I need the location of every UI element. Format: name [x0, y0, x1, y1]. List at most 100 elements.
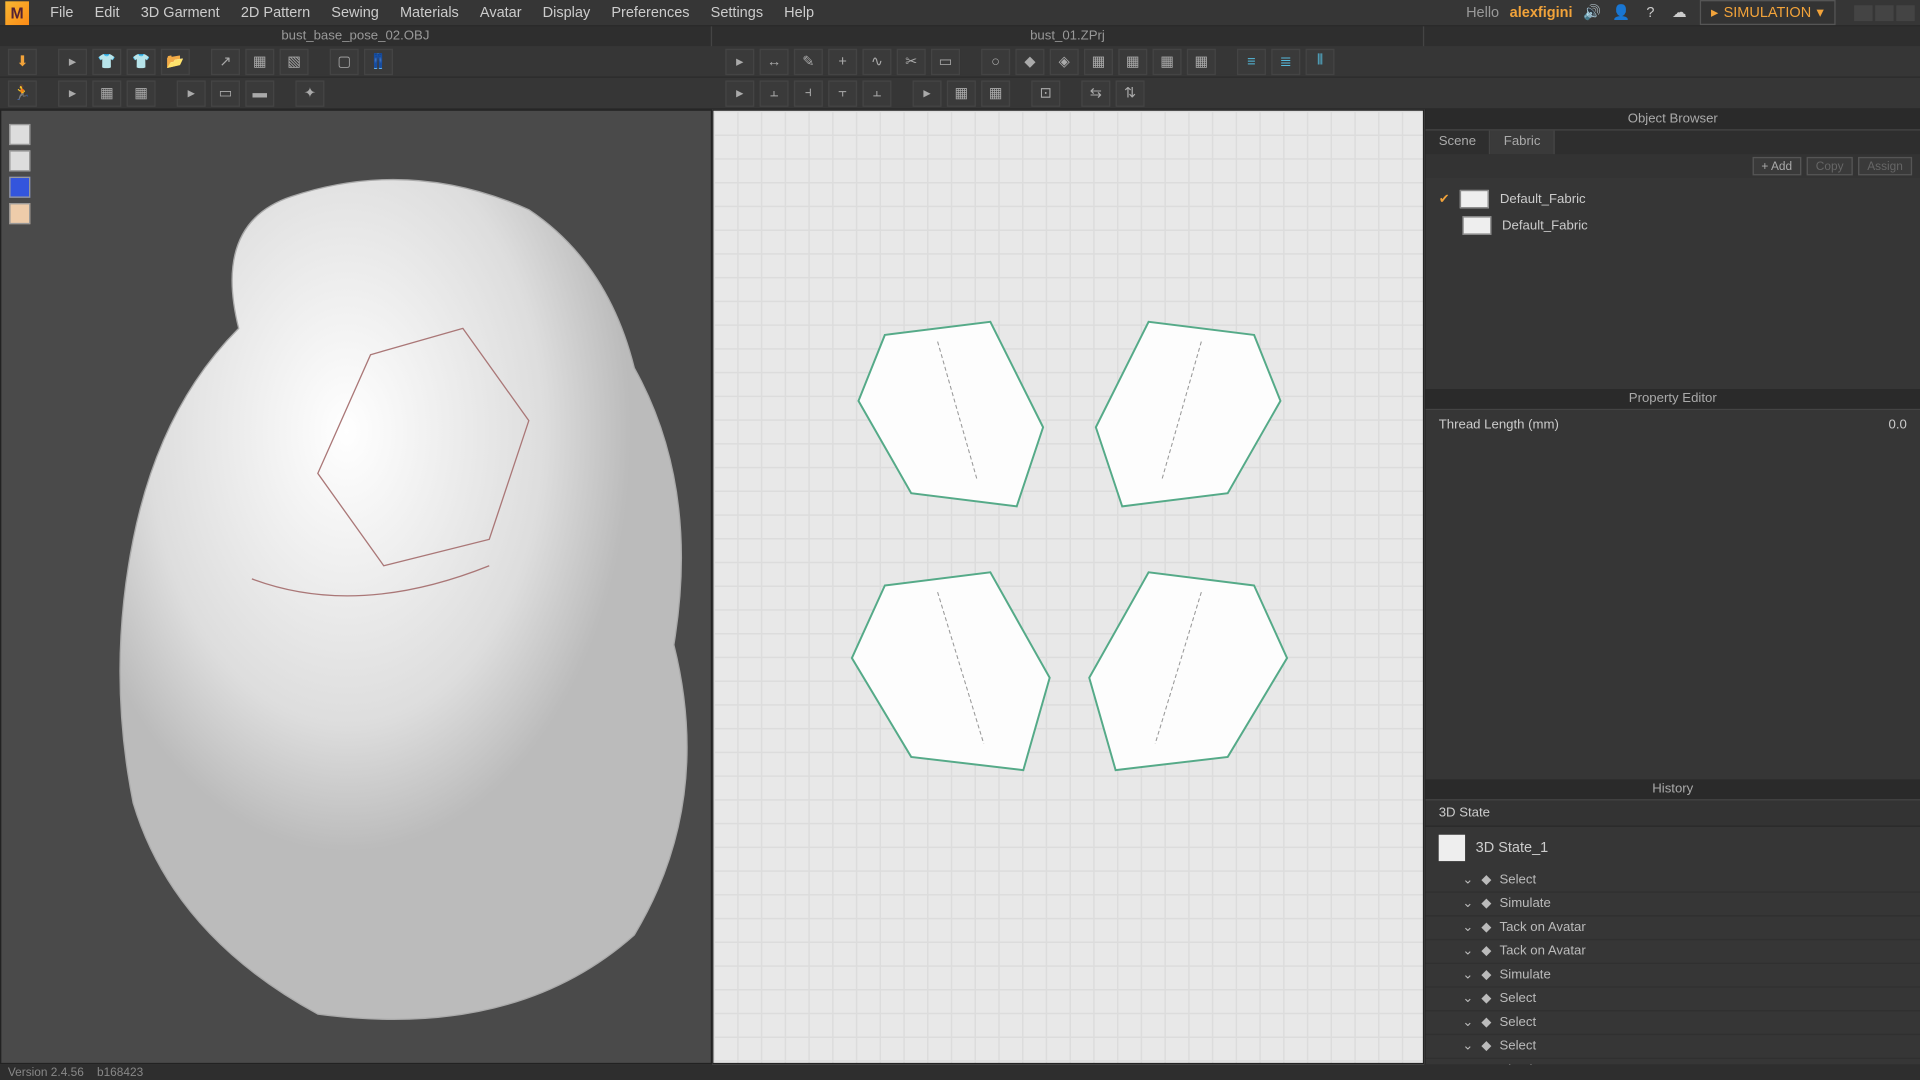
- maximize-button[interactable]: [1875, 5, 1893, 21]
- mirror1-icon[interactable]: ⇆: [1081, 80, 1110, 106]
- property-row: Thread Length (mm) 0.0: [1426, 410, 1920, 779]
- history-item[interactable]: ⌄◆Tack on Avatar: [1426, 916, 1920, 940]
- dart-icon[interactable]: ◆: [1015, 48, 1044, 74]
- mesh1-icon[interactable]: ▦: [92, 80, 121, 106]
- history-item[interactable]: ⌄◆Select: [1426, 1011, 1920, 1035]
- seam3-icon[interactable]: ⫴: [1306, 48, 1335, 74]
- cloud-icon[interactable]: ☁: [1670, 3, 1688, 21]
- seam1-icon[interactable]: ≡: [1237, 48, 1266, 74]
- close-button[interactable]: [1896, 5, 1914, 21]
- assign-button[interactable]: Assign: [1858, 157, 1912, 175]
- menu-settings[interactable]: Settings: [700, 1, 774, 25]
- play3-icon[interactable]: ▸: [913, 80, 942, 106]
- grid5-icon[interactable]: ▦: [947, 80, 976, 106]
- fabric-item[interactable]: ✔ Default_Fabric: [1439, 186, 1907, 212]
- import-icon[interactable]: ⬇: [8, 48, 37, 74]
- mesh2-icon[interactable]: ▦: [127, 80, 156, 106]
- add-button[interactable]: + Add: [1752, 157, 1801, 175]
- menu-display[interactable]: Display: [532, 1, 601, 25]
- volume-icon[interactable]: 🔊: [1583, 3, 1601, 21]
- add-point-icon[interactable]: +: [828, 48, 857, 74]
- menu-preferences[interactable]: Preferences: [601, 1, 700, 25]
- history-item[interactable]: ⌄◆Simulate: [1426, 893, 1920, 917]
- select-tool-icon[interactable]: ▸: [58, 48, 87, 74]
- bullet-icon: ◆: [1481, 944, 1491, 959]
- align1-icon[interactable]: ⫠: [760, 80, 789, 106]
- box-tool-icon[interactable]: ▢: [330, 48, 359, 74]
- simulation-button[interactable]: ▸ SIMULATION ▾: [1699, 0, 1835, 25]
- history-item[interactable]: ⌄◆Simulate: [1426, 1059, 1920, 1064]
- history-item[interactable]: ⌄◆Select: [1426, 988, 1920, 1012]
- copy-button[interactable]: Copy: [1807, 157, 1853, 175]
- avatar-head-icon[interactable]: [9, 150, 30, 171]
- grid3-icon[interactable]: ▦: [1153, 48, 1182, 74]
- username[interactable]: alexfigini: [1510, 5, 1573, 21]
- avatar-show-icon[interactable]: [9, 124, 30, 145]
- rect-icon[interactable]: ▭: [931, 48, 960, 74]
- grid2-icon[interactable]: ▦: [1118, 48, 1147, 74]
- select2d-icon[interactable]: ▸: [725, 48, 754, 74]
- avatar-pose-icon[interactable]: 🏃: [8, 80, 37, 106]
- tab-scene[interactable]: Scene: [1426, 131, 1491, 155]
- property-value[interactable]: 0.0: [1889, 418, 1907, 771]
- menu-edit[interactable]: Edit: [84, 1, 130, 25]
- edit-point-icon[interactable]: ✎: [794, 48, 823, 74]
- garment-tool-icon[interactable]: 👕: [92, 48, 121, 74]
- texture-tool-icon[interactable]: ▧: [280, 48, 309, 74]
- layer-tool-icon[interactable]: ▦: [245, 48, 274, 74]
- history-item[interactable]: ⌄◆Select: [1426, 1035, 1920, 1059]
- history-item[interactable]: ⌄◆Select: [1426, 869, 1920, 893]
- grid1-icon[interactable]: ▦: [1084, 48, 1113, 74]
- menu-help[interactable]: Help: [774, 1, 825, 25]
- menu-materials[interactable]: Materials: [389, 1, 469, 25]
- history-section[interactable]: 3D State: [1426, 800, 1920, 826]
- play2-icon[interactable]: ▸: [177, 80, 206, 106]
- menu-file[interactable]: File: [40, 1, 84, 25]
- seam2-icon[interactable]: ≣: [1271, 48, 1300, 74]
- garment2-tool-icon[interactable]: 👕: [127, 48, 156, 74]
- align4-icon[interactable]: ⫠: [862, 80, 891, 106]
- view2-icon[interactable]: ▬: [245, 80, 274, 106]
- move2d-icon[interactable]: ↔: [760, 48, 789, 74]
- viewport-3d-title[interactable]: bust_base_pose_02.OBJ: [0, 26, 712, 46]
- open-tool-icon[interactable]: 📂: [161, 48, 190, 74]
- version-label: Version 2.4.56: [8, 1066, 84, 1079]
- tab-fabric[interactable]: Fabric: [1491, 131, 1555, 155]
- help-icon[interactable]: ?: [1641, 3, 1659, 21]
- viewport-2d-title[interactable]: bust_01.ZPrj: [712, 26, 1424, 46]
- play-icon[interactable]: ▸: [58, 80, 87, 106]
- pants-tool-icon[interactable]: 👖: [364, 48, 393, 74]
- grid6-icon[interactable]: ▦: [981, 80, 1010, 106]
- circle-icon[interactable]: ○: [981, 48, 1010, 74]
- arrow-tool-icon[interactable]: ↗: [211, 48, 240, 74]
- align3-icon[interactable]: ⫟: [828, 80, 857, 106]
- user-icon[interactable]: 👤: [1612, 3, 1630, 21]
- snap-icon[interactable]: ⊡: [1031, 80, 1060, 106]
- bullet-icon: ◆: [1481, 1015, 1491, 1030]
- history-item[interactable]: ⌄◆Simulate: [1426, 964, 1920, 988]
- fabric-item[interactable]: Default_Fabric: [1439, 212, 1907, 238]
- menu-sewing[interactable]: Sewing: [321, 1, 390, 25]
- internal-icon[interactable]: ◈: [1050, 48, 1079, 74]
- mirror2-icon[interactable]: ⇅: [1116, 80, 1145, 106]
- sel2-icon[interactable]: ▸: [725, 80, 754, 106]
- avatar-body-icon[interactable]: [9, 177, 30, 198]
- viewport-2d[interactable]: [712, 109, 1424, 1064]
- cut-icon[interactable]: ✂: [897, 48, 926, 74]
- property-editor-header: Property Editor: [1426, 389, 1920, 410]
- minimize-button[interactable]: [1854, 5, 1872, 21]
- menu-2d-pattern[interactable]: 2D Pattern: [230, 1, 320, 25]
- property-label: Thread Length (mm): [1439, 418, 1559, 771]
- menu-avatar[interactable]: Avatar: [469, 1, 532, 25]
- view1-icon[interactable]: ▭: [211, 80, 240, 106]
- viewport-3d[interactable]: [0, 109, 712, 1064]
- render-icon[interactable]: ✦: [295, 80, 324, 106]
- grid4-icon[interactable]: ▦: [1187, 48, 1216, 74]
- menu-3d-garment[interactable]: 3D Garment: [130, 1, 230, 25]
- chevron-down-icon: ⌄: [1462, 992, 1473, 1007]
- curve-icon[interactable]: ∿: [862, 48, 891, 74]
- state-row[interactable]: 3D State_1: [1426, 827, 1920, 869]
- avatar-skin-icon[interactable]: [9, 203, 30, 224]
- align2-icon[interactable]: ⫞: [794, 80, 823, 106]
- history-item[interactable]: ⌄◆Tack on Avatar: [1426, 940, 1920, 964]
